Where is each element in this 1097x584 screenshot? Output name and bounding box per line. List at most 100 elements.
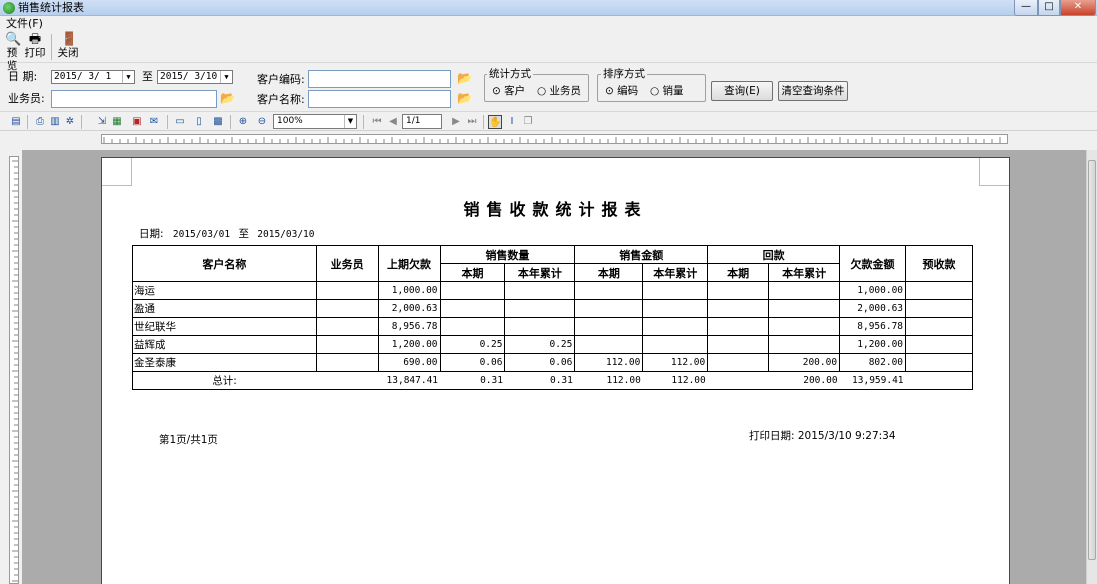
close-window-button[interactable]: ✕ [1060,0,1096,16]
cell-customer: 世纪联华 [132,317,317,336]
zoom-in-icon[interactable]: ⊕ [236,115,250,129]
to-label: 至 [142,70,153,83]
pdf-icon[interactable]: ▣ [130,115,144,129]
total-amt-ytd: 112.00 [642,371,708,390]
preview-toolbar: ▤ ⎙ ▥ ✲ ⇲ ▦ ▣ ✉ ▭ ▯ ▩ ⊕ ⊖ 100% ▼ ⏮ ◀ 1/1… [0,111,1097,131]
query-button[interactable]: 查询(E) [711,81,773,101]
cell-debt: 802.00 [839,353,907,372]
header-customer: 客户名称 [132,245,317,282]
cell-pay-cur [707,353,770,372]
cell-debt: 1,000.00 [839,281,907,300]
cell-amt-cur: 112.00 [574,353,644,372]
vertical-scrollbar[interactable] [1086,150,1097,584]
exit-door-icon: 🚪 [61,32,78,47]
single-page-icon[interactable]: ▯ [192,115,206,129]
chevron-down-icon[interactable]: ▼ [220,71,232,83]
horizontal-ruler [101,134,1008,144]
header-qty-ytd: 本年累计 [504,263,576,282]
cell-pay-cur [707,335,770,354]
cell-prev: 1,000.00 [377,281,441,300]
hand-tool-icon[interactable]: ✋ [488,115,502,129]
menu-file[interactable]: 文件(F) [6,17,43,30]
email-icon[interactable]: ✉ [147,115,161,129]
radio-label: 销量 [662,85,684,97]
menu-bar: 文件(F) [0,16,1097,31]
total-qty-current: 0.31 [440,371,505,390]
chevron-down-icon[interactable]: ▼ [344,115,356,128]
table-row: 金圣泰康 690.00 0.06 0.06 112.00 112.00 200.00 802.… [132,353,973,372]
header-pay-current: 本期 [707,263,770,282]
close-button[interactable]: 🚪 关闭 [56,33,80,61]
margin-corner [979,158,1009,186]
prev-page-icon[interactable]: ◀ [386,115,400,129]
page-layout-icon[interactable]: ▭ [173,115,187,129]
settings-icon[interactable]: ✲ [63,115,77,129]
cell-amt-cur [574,281,644,300]
cell-pay-cur [707,317,770,336]
minimize-button[interactable]: — [1014,0,1038,16]
radio-stat-salesman[interactable]: ○ 业务员 [537,84,581,98]
folder-open-icon[interactable]: 📂 [457,92,472,104]
cell-amt-ytd [642,281,709,300]
cell-salesman [315,353,379,372]
cell-amt-ytd: 112.00 [642,353,709,372]
preview-button[interactable]: 🔍 预览 [2,33,22,73]
date-from-picker[interactable]: 2015/ 3/ 1 ▼ [51,70,135,84]
radio-sort-quantity[interactable]: ○ 销量 [650,84,684,98]
cell-qty-cur: 0.25 [439,335,506,354]
report-title: 销售收款统计报表 [463,200,648,219]
cell-pay-ytd [768,281,841,300]
margin-corner [102,158,132,186]
zoom-out-icon[interactable]: ⊖ [255,115,269,129]
scrollbar-thumb[interactable] [1088,160,1096,560]
last-page-icon[interactable]: ⏭ [465,115,479,129]
thumbnail-icon[interactable]: ▤ [9,115,23,129]
book-icon[interactable]: ▥ [48,115,62,129]
cell-amt-cur [574,299,644,318]
radio-label: 编码 [617,85,639,97]
first-page-icon[interactable]: ⏮ [370,115,384,129]
date-to-picker[interactable]: 2015/ 3/10 ▼ [157,70,233,84]
next-page-icon[interactable]: ▶ [449,115,463,129]
print-button[interactable]: 🖶 打印 [24,33,46,61]
customer-name-input[interactable] [308,90,451,108]
cell-qty-ytd [504,317,576,336]
text-select-icon[interactable]: Ι [505,115,519,129]
zoom-select[interactable]: 100% ▼ [273,114,357,129]
print-label: 打印 [24,47,46,59]
multi-page-icon[interactable]: ▩ [211,115,225,129]
report-date-to: 2015/03/10 [257,229,315,240]
total-cell [316,371,379,390]
customer-name-label: 客户名称: [257,93,305,106]
header-row: 客户名称 业务员 上期欠款 销售数量 销售金额 回款 欠款金额 预收款 [132,245,973,282]
chevron-down-icon[interactable]: ▼ [122,71,134,83]
page-number-input[interactable]: 1/1 [402,114,442,129]
export-icon[interactable]: ⇲ [95,115,109,129]
table-row: 海运 1,000.00 1,000.00 [132,281,973,300]
print-date: 打印日期: 2015/3/10 9:27:34 [749,430,896,442]
sort-method-title: 排序方式 [601,68,647,80]
radio-stat-customer[interactable]: ⊙ 客户 [492,84,525,98]
excel-icon[interactable]: ▦ [110,115,124,129]
folder-open-icon[interactable]: 📂 [220,92,235,104]
cell-prepaid [905,353,973,372]
copy-icon[interactable]: ❐ [521,115,535,129]
printer-icon[interactable]: ⎙ [33,115,47,129]
cell-qty-ytd: 0.25 [504,335,576,354]
cell-customer: 金圣泰康 [132,353,317,372]
report-page: 销售收款统计报表 日期: 2015/03/01 至 2015/03/10 客户名… [101,157,1010,584]
clear-conditions-button[interactable]: 清空查询条件 [778,81,848,101]
folder-open-icon[interactable]: 📂 [457,72,472,84]
customer-code-input[interactable] [308,70,451,88]
cell-pay-ytd: 200.00 [768,353,841,372]
cell-prepaid [905,317,973,336]
radio-sort-code[interactable]: ⊙ 编码 [605,84,638,98]
cell-debt: 1,200.00 [839,335,907,354]
date-to-value: 2015/ 3/10 [160,71,218,82]
cell-qty-cur [439,281,506,300]
total-qty-ytd: 0.31 [504,371,575,390]
total-row: 总计: 13,847.41 0.31 0.31 112.00 112.00 20… [132,371,973,390]
customer-code-label: 客户编码: [257,73,305,86]
maximize-button[interactable]: □ [1038,0,1060,16]
salesman-input[interactable] [51,90,217,108]
